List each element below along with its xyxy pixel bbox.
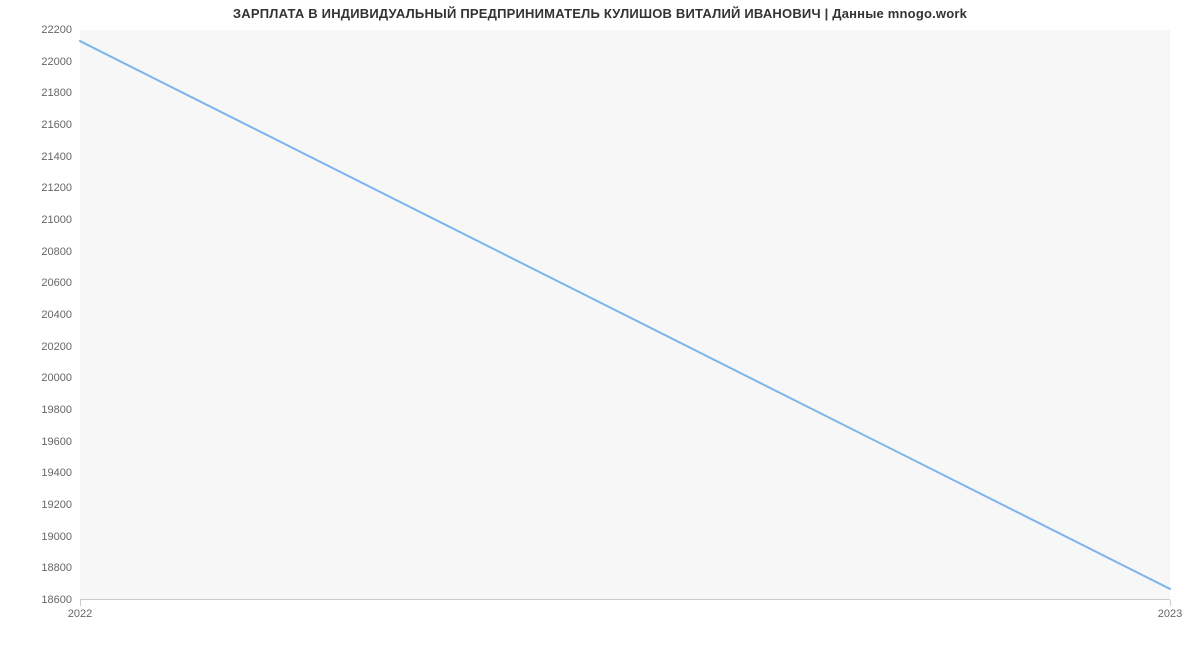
data-line — [80, 30, 1170, 600]
y-tick-label: 19200 — [41, 499, 72, 511]
y-tick-label: 19800 — [41, 404, 72, 416]
x-tick-label: 2023 — [1158, 608, 1182, 620]
x-axis-line — [80, 599, 1170, 600]
y-tick-label: 19600 — [41, 436, 72, 448]
y-tick-label: 20800 — [41, 246, 72, 258]
y-tick-label: 21800 — [41, 87, 72, 99]
y-tick-label: 20200 — [41, 341, 72, 353]
chart-title: ЗАРПЛАТА В ИНДИВИДУАЛЬНЫЙ ПРЕДПРИНИМАТЕЛ… — [0, 6, 1200, 21]
y-tick-label: 22200 — [41, 24, 72, 36]
y-tick-label: 21400 — [41, 151, 72, 163]
y-tick-label: 19400 — [41, 467, 72, 479]
x-tick-label: 2022 — [68, 608, 92, 620]
y-tick-label: 21000 — [41, 214, 72, 226]
plot-area: 1860018800190001920019400196001980020000… — [80, 30, 1170, 600]
line-chart: ЗАРПЛАТА В ИНДИВИДУАЛЬНЫЙ ПРЕДПРИНИМАТЕЛ… — [0, 0, 1200, 650]
y-tick-label: 20000 — [41, 372, 72, 384]
y-tick-label: 19000 — [41, 531, 72, 543]
y-tick-label: 20600 — [41, 277, 72, 289]
y-tick-label: 18600 — [41, 594, 72, 606]
x-tick — [80, 600, 81, 606]
y-tick-label: 18800 — [41, 562, 72, 574]
y-tick-label: 20400 — [41, 309, 72, 321]
y-tick-label: 21600 — [41, 119, 72, 131]
x-tick — [1170, 600, 1171, 606]
y-tick-label: 21200 — [41, 182, 72, 194]
y-tick-label: 22000 — [41, 56, 72, 68]
